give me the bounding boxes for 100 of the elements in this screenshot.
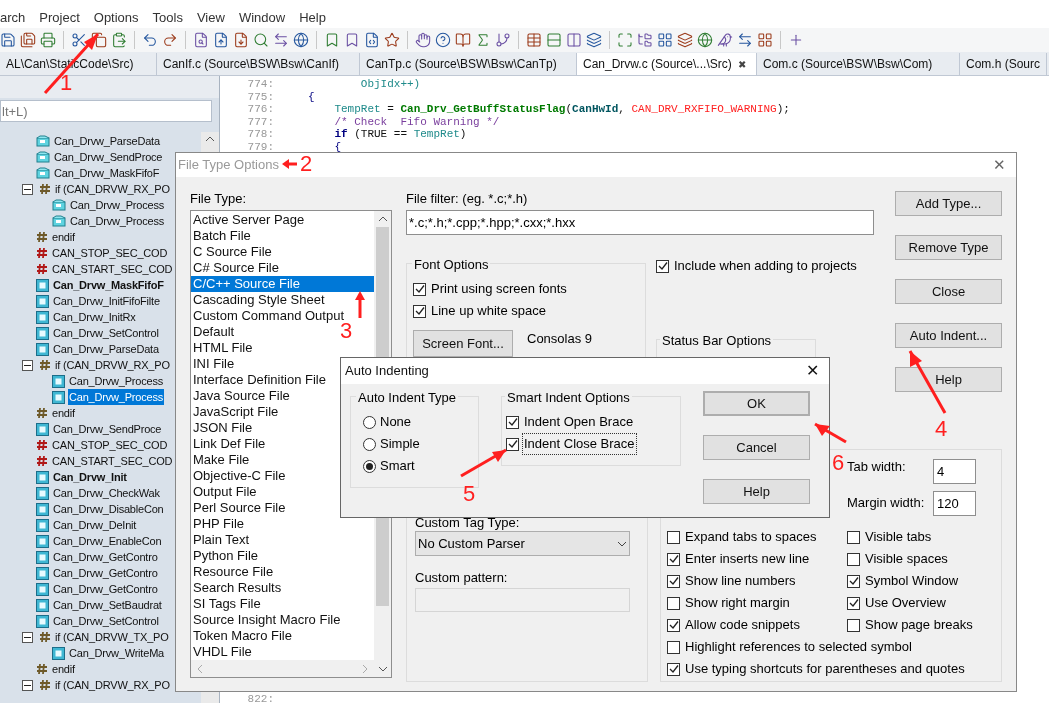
symbol-item[interactable]: Can_Drvw_Process — [68, 389, 164, 405]
list-item[interactable]: C/C++ Source File — [191, 276, 374, 292]
checkbox[interactable] — [413, 304, 426, 318]
printer-icon[interactable] — [40, 32, 56, 48]
symbol-item[interactable]: endif — [51, 405, 76, 421]
checkbox[interactable] — [413, 282, 426, 296]
menu-item[interactable]: Help — [299, 8, 326, 28]
list-item[interactable]: Link Def File — [191, 436, 268, 452]
checkbox[interactable] — [667, 574, 680, 588]
list-item[interactable]: Token Macro File — [191, 628, 294, 644]
dialog-button[interactable]: Help — [895, 367, 1002, 392]
list-item[interactable]: Perl Source File — [191, 500, 288, 516]
symbol-item[interactable]: if (CAN_DRVW_RX_PO — [54, 181, 171, 197]
symbol-item[interactable]: Can_Drvw_EnableCon — [52, 533, 163, 549]
clipboard-icon[interactable] — [111, 32, 127, 48]
folder-tree-icon[interactable] — [637, 32, 653, 48]
checkbox[interactable] — [656, 259, 669, 273]
list-item[interactable]: Source Insight Macro File — [191, 612, 343, 628]
symbol-item[interactable]: Can_Drvw_Process — [69, 197, 165, 213]
redo-icon[interactable] — [162, 32, 178, 48]
list-item[interactable]: SI Tags File — [191, 596, 263, 612]
list-item[interactable]: Python File — [191, 548, 261, 564]
radio-button[interactable] — [363, 437, 376, 451]
filter-field[interactable]: *.c;*.h;*.cpp;*.hpp;*.cxx;*.hxx — [406, 210, 874, 235]
list-item[interactable]: VHDL File — [191, 644, 254, 660]
list-item[interactable]: HTML File — [191, 340, 255, 356]
symbol-item[interactable]: Can_Drvw_Process — [69, 213, 165, 229]
symbol-item[interactable]: if (CAN_DRVW_TX_PO — [54, 629, 170, 645]
symbol-item[interactable]: Can_Drvw_CheckWak — [52, 485, 161, 501]
branch-icon[interactable] — [495, 32, 511, 48]
dialog-button[interactable]: Remove Type — [895, 235, 1002, 260]
symbol-item[interactable]: CAN_STOP_SEC_COD — [51, 245, 169, 261]
menu-item[interactable]: Tools — [152, 8, 183, 28]
file-code-icon[interactable] — [364, 32, 380, 48]
dialog-button[interactable]: Help — [703, 479, 810, 504]
checkbox[interactable] — [506, 415, 519, 429]
menu-item[interactable]: arch — [0, 8, 26, 28]
table-icon[interactable] — [526, 32, 542, 48]
checkbox[interactable] — [667, 552, 680, 566]
radio-button[interactable] — [363, 459, 376, 473]
symbol-item[interactable]: CAN_STOP_SEC_COD — [51, 437, 169, 453]
checkbox[interactable] — [667, 640, 680, 654]
search-icon[interactable] — [253, 32, 269, 48]
globe-icon[interactable] — [293, 32, 309, 48]
menu-item[interactable]: View — [196, 8, 225, 28]
symbol-item[interactable]: Can_Drvw_InitRx — [52, 309, 137, 325]
expander[interactable] — [22, 359, 33, 371]
symbol-item[interactable]: endif — [51, 661, 76, 677]
symbol-item[interactable]: Can_Drvw_Init — [52, 469, 128, 485]
close-button[interactable]: ✕ — [993, 153, 1006, 177]
checkbox[interactable] — [847, 530, 860, 544]
symbol-item[interactable]: Can_Drvw_SetControl — [52, 613, 160, 629]
symbol-item[interactable]: if (CAN_DRVW_RX_PO — [54, 677, 171, 693]
dialog-button[interactable]: Cancel — [703, 435, 810, 460]
symbol-item[interactable]: Can_Drvw_MaskFifoF — [53, 165, 161, 181]
list-item[interactable]: Interface Definition File — [191, 372, 328, 388]
symbol-item[interactable]: Can_Drvw_SetBaudrat — [52, 597, 163, 613]
file-search-icon[interactable] — [193, 32, 209, 48]
expander[interactable] — [22, 631, 33, 643]
symbol-item[interactable]: Can_Drvw_WriteMa — [68, 645, 165, 661]
parser-select[interactable]: No Custom Parser — [415, 531, 630, 556]
list-item[interactable]: Objective-C File — [191, 468, 288, 484]
list-item[interactable]: Cascading Style Sheet — [191, 292, 327, 308]
symbol-item[interactable]: Can_Drvw_GetContro — [52, 581, 159, 597]
list-item[interactable]: C Source File — [191, 244, 274, 260]
close-button[interactable]: ✕ — [806, 359, 819, 383]
checkbox[interactable] — [847, 618, 860, 632]
bird-icon[interactable] — [717, 32, 733, 48]
list-item[interactable]: Active Server Page — [191, 212, 307, 228]
menu-item[interactable]: Options — [93, 8, 139, 28]
save-icon[interactable] — [0, 32, 16, 48]
list-item[interactable]: Batch File — [191, 228, 253, 244]
tab-width-field[interactable]: 4 — [933, 458, 976, 484]
dialog-button[interactable]: Close — [895, 279, 1002, 304]
list-item[interactable]: Resource File — [191, 564, 276, 580]
checkbox[interactable] — [506, 437, 519, 451]
symbol-item[interactable]: Can_Drvw_SetControl — [52, 325, 160, 341]
symbol-item[interactable]: CAN_START_SEC_COD — [51, 453, 174, 469]
save-all-icon[interactable] — [20, 32, 36, 48]
symbol-item[interactable]: Can_Drvw_DeInit — [52, 517, 138, 533]
screen-font-button[interactable]: Screen Font... — [413, 330, 513, 357]
grid-icon[interactable] — [657, 32, 673, 48]
rows-icon[interactable] — [546, 32, 562, 48]
symbol-item[interactable]: Can_Drvw_Process — [68, 373, 164, 389]
file-down-icon[interactable] — [233, 32, 249, 48]
tab-close[interactable]: ✖ — [737, 56, 746, 72]
book-icon[interactable] — [455, 32, 471, 48]
list-item[interactable]: Output File — [191, 484, 259, 500]
layers-icon[interactable] — [677, 32, 693, 48]
horizontal-scrollbar[interactable] — [191, 660, 374, 677]
help-icon[interactable] — [435, 32, 451, 48]
list-item[interactable]: Make File — [191, 452, 252, 468]
symbol-item[interactable]: if (CAN_DRVW_RX_PO — [54, 357, 171, 373]
copy-icon[interactable] — [91, 32, 107, 48]
checkbox[interactable] — [667, 596, 680, 610]
list-item[interactable]: Default — [191, 324, 237, 340]
symbol-item[interactable]: Can_Drvw_SendProce — [53, 149, 164, 165]
symbol-item[interactable]: Can_Drvw_ParseData — [52, 341, 160, 357]
swap-icon[interactable] — [273, 32, 289, 48]
symbol-item[interactable]: Can_Drvw_GetContro — [52, 565, 159, 581]
